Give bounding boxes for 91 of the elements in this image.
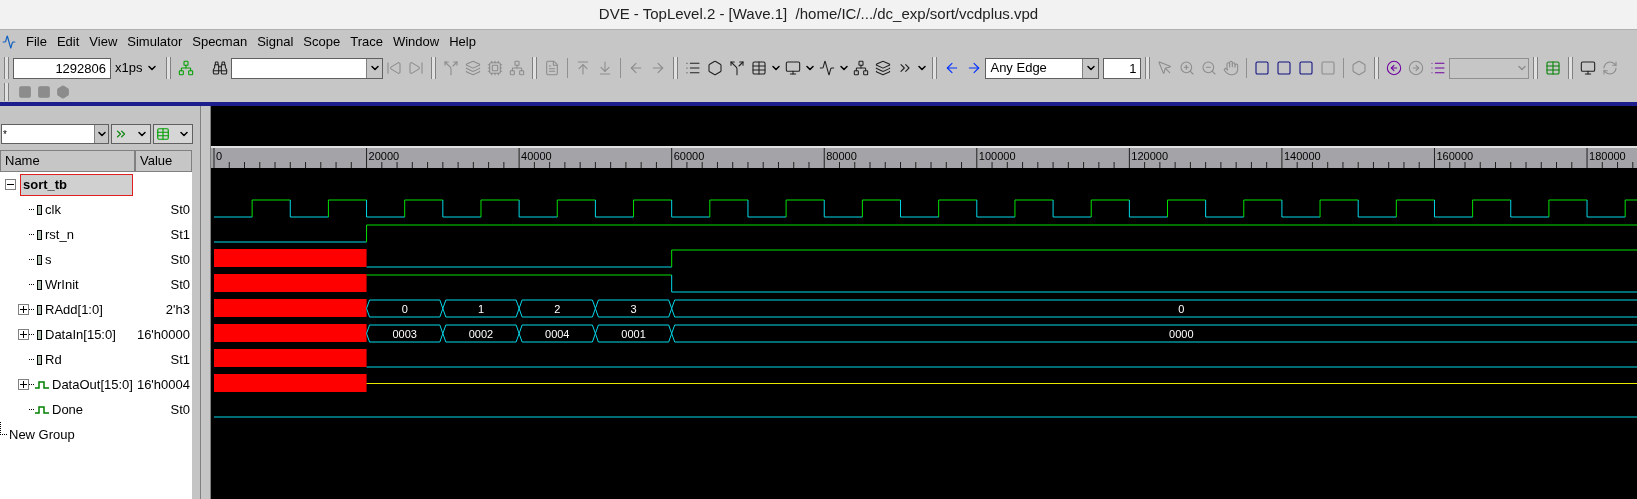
toolbar-grip[interactable] (166, 57, 172, 79)
edge-select[interactable]: Any Edge (985, 57, 1100, 79)
toolbar-grip[interactable] (1374, 57, 1380, 79)
ruler-label: 120000 (1131, 150, 1169, 162)
bus-value: 0001 (621, 327, 646, 340)
signal-name[interactable]: DataOut[15:0] (52, 374, 133, 395)
display-button[interactable] (153, 124, 193, 144)
time-field[interactable]: 1292806 (13, 57, 111, 79)
signal-value: 16'h0000 (135, 325, 191, 344)
signal-name[interactable]: clk (45, 199, 61, 220)
scope-row[interactable]: sort_tb (20, 173, 133, 196)
splitter[interactable] (200, 106, 211, 499)
signal-value: St1 (169, 350, 191, 369)
signal-name[interactable]: s (45, 249, 52, 270)
hexagon-icon[interactable] (56, 85, 70, 99)
stop-icon[interactable] (37, 85, 51, 99)
bus-value: 0002 (468, 327, 494, 340)
bus-value: 1 (477, 302, 485, 315)
filter-type-button[interactable] (111, 124, 151, 144)
menu-item[interactable]: Scope (303, 32, 341, 52)
menu-item[interactable]: Trace (350, 32, 383, 52)
menu-item[interactable]: File (26, 32, 47, 52)
bus-value: 0000 (1169, 327, 1194, 340)
menu-item[interactable]: Specman (192, 32, 248, 52)
signal-name[interactable]: DataIn[15:0] (45, 324, 116, 345)
column-header[interactable]: Name (0, 150, 135, 172)
menu-item[interactable]: Window (392, 32, 440, 52)
menu-item[interactable]: View (89, 32, 118, 52)
expand-toggle[interactable] (18, 329, 29, 340)
signal-value: St0 (169, 250, 191, 269)
ruler-label: 0 (216, 150, 223, 162)
time-unit-dropdown[interactable]: x1ps (111, 57, 163, 79)
menu-item[interactable]: Help (449, 32, 476, 52)
ruler-label: 100000 (978, 150, 1016, 162)
toolbar-grip[interactable] (532, 57, 538, 79)
marker-combo[interactable] (1449, 57, 1530, 79)
count-field[interactable]: 1 (1103, 57, 1142, 79)
collapse-toggle[interactable] (5, 179, 16, 190)
group-name[interactable]: New Group (9, 424, 75, 445)
toolbar-separator (567, 58, 569, 78)
signal-name[interactable]: rst_n (45, 224, 74, 245)
expand-toggle[interactable] (18, 304, 29, 315)
edge-select-value: Any Edge (990, 59, 1047, 78)
signal-value: St0 (169, 400, 191, 419)
grid-icon (156, 127, 170, 141)
signal-name[interactable]: RAdd[1:0] (45, 299, 103, 320)
menu-item[interactable]: Signal (257, 32, 294, 52)
filter-value: * (2, 127, 7, 142)
toolbar-grip[interactable] (1145, 57, 1151, 79)
bus-value: 0 (1178, 302, 1185, 315)
bus-value: 2 (554, 302, 561, 315)
signal-name[interactable]: Rd (45, 349, 62, 370)
bus-value: 3 (630, 302, 637, 315)
signal-filter[interactable]: * (1, 124, 109, 144)
menu-item[interactable]: Simulator (127, 32, 183, 52)
app-icon[interactable] (2, 35, 16, 49)
pulse-icon (35, 380, 49, 389)
search-combo[interactable] (231, 57, 384, 79)
toolbar-grip[interactable] (1533, 57, 1539, 79)
ruler-label: 80000 (826, 150, 857, 162)
signal-value: St1 (169, 225, 191, 244)
signal-name[interactable]: Done (52, 399, 84, 420)
signal-name[interactable]: WrInit (45, 274, 79, 295)
toolbar-grip[interactable] (4, 83, 9, 101)
pulse-icon (35, 405, 49, 414)
signal-value: St0 (169, 275, 191, 294)
bus-value: 0 (401, 302, 408, 315)
ruler-label: 140000 (1283, 150, 1321, 162)
toolbar-separator (620, 58, 622, 78)
stop-icon[interactable] (18, 85, 32, 99)
ruler-label: 180000 (1589, 150, 1626, 162)
toolbar-separator (1246, 58, 1248, 78)
bus-value: 0004 (545, 327, 570, 340)
expand-toggle[interactable] (18, 379, 29, 390)
toolbar-grip[interactable] (1568, 57, 1574, 79)
ruler-label: 160000 (1436, 150, 1474, 162)
bus-value: 0003 (392, 327, 417, 340)
column-header[interactable]: Value (135, 150, 192, 172)
toolbar-grip[interactable] (932, 57, 938, 79)
window-title: DVE - TopLevel.2 - [Wave.1] /home/IC/.../dc_exp/sort/vcdplus.vpd (598, 4, 1039, 25)
ruler-label: 60000 (673, 150, 705, 162)
toolbar-separator (1343, 58, 1345, 78)
toolbar-grip[interactable] (431, 57, 437, 79)
toolbar-grip[interactable] (4, 57, 9, 79)
ruler-label: 20000 (368, 150, 400, 162)
toolbar-grip[interactable] (673, 57, 679, 79)
menu-item[interactable]: Edit (56, 32, 80, 52)
ruler-label: 40000 (521, 150, 552, 162)
signal-value: 2'h3 (164, 300, 191, 319)
signal-value: St0 (169, 200, 191, 219)
signal-value: 16'h0004 (135, 375, 191, 394)
